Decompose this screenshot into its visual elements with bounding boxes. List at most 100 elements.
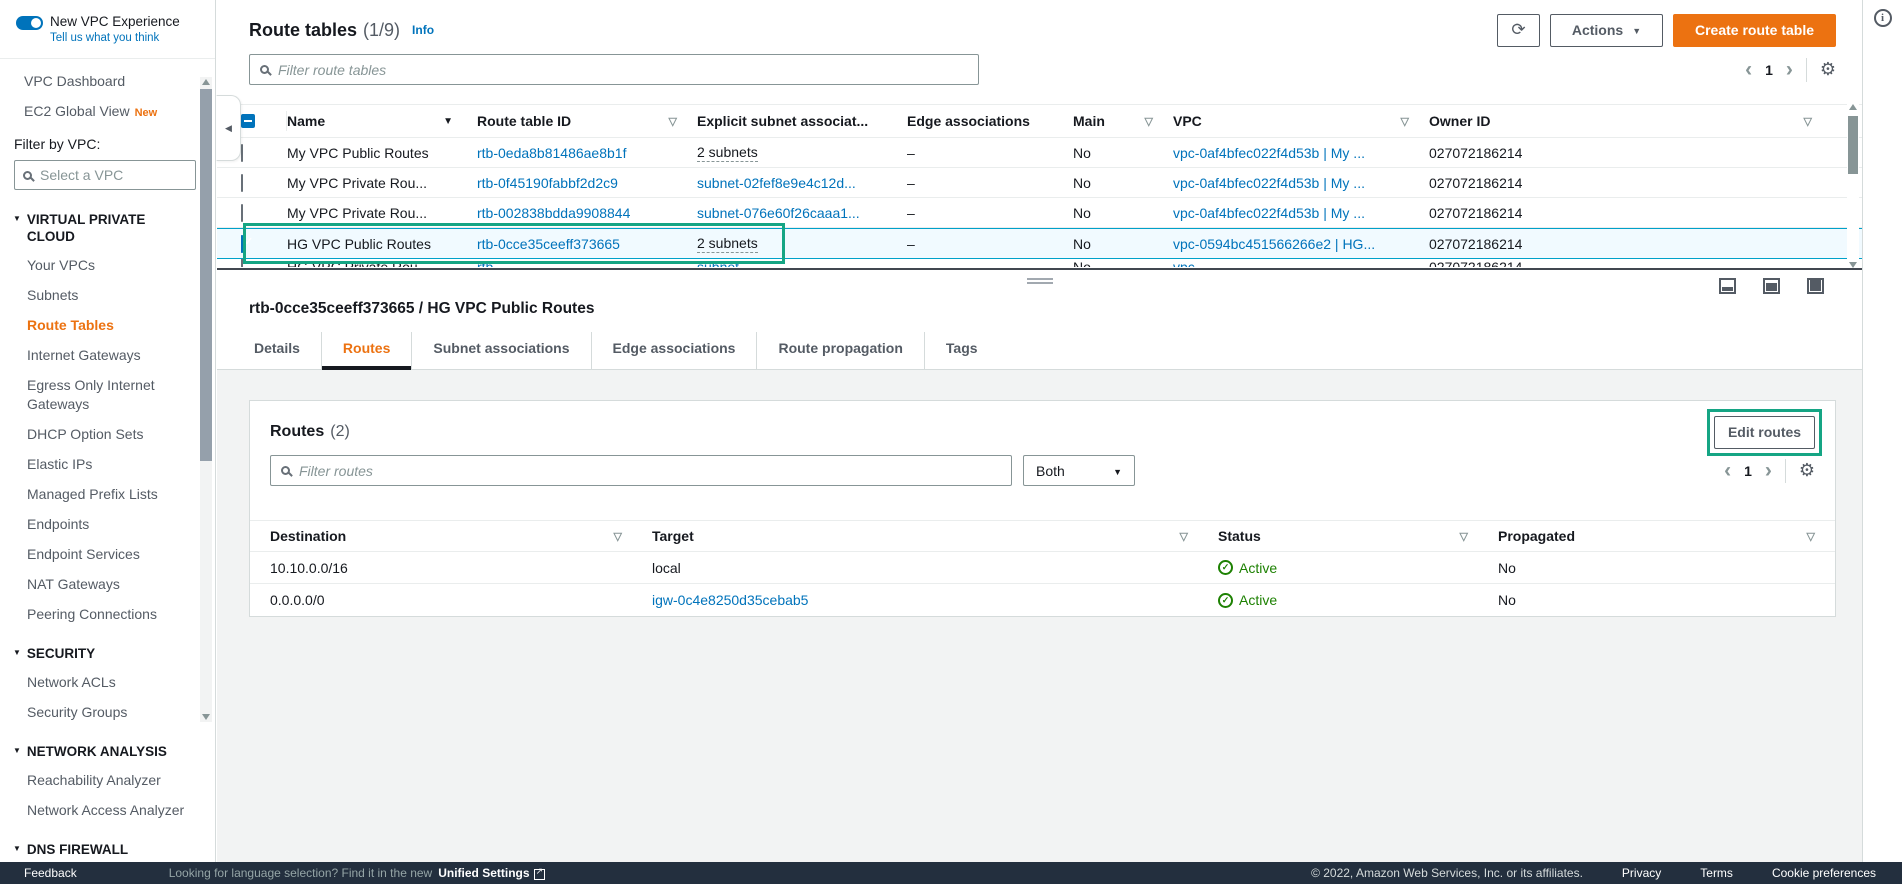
sidebar-item-your-vpcs[interactable]: Your VPCs (27, 256, 187, 275)
sidebar-item-managed-prefix-lists[interactable]: Managed Prefix Lists (27, 485, 187, 504)
sidebar-item-subnets[interactable]: Subnets (27, 286, 187, 305)
sidebar-item-endpoint-services[interactable]: Endpoint Services (27, 545, 187, 564)
section-network-analysis[interactable]: ▼ NETWORK ANALYSIS (13, 743, 215, 760)
subnet-count-popover[interactable]: 2 subnets (697, 235, 758, 253)
table-row-selected[interactable]: HG VPC Public Routes rtb-0cce35ceeff3736… (217, 228, 1862, 259)
info-icon[interactable]: i (1873, 9, 1892, 27)
sidebar-item-route-tables[interactable]: Route Tables (27, 316, 187, 335)
route-table-id-link[interactable]: rtb-0eda8b81486ae8b1f (477, 145, 626, 161)
edit-routes-button[interactable]: Edit routes (1714, 415, 1815, 449)
table-row[interactable]: My VPC Public Routes rtb-0eda8b81486ae8b… (217, 138, 1862, 168)
sidebar-item-internet-gateways[interactable]: Internet Gateways (27, 346, 187, 365)
subnet-link[interactable]: subnet- (697, 259, 744, 267)
next-page-button[interactable]: › (1786, 59, 1793, 80)
filter-icon[interactable]: ▽ (614, 530, 622, 543)
filter-icon[interactable]: ▽ (1401, 115, 1409, 128)
vpc-link[interactable]: vpc-0af4bfec022f4d53b | My ... (1173, 145, 1365, 161)
select-all-checkbox[interactable] (241, 114, 255, 128)
route-type-select[interactable]: Both ▼ (1023, 455, 1135, 486)
unified-settings-link[interactable]: Unified Settings (438, 866, 529, 880)
info-link[interactable]: Info (412, 23, 434, 37)
cookie-preferences-link[interactable]: Cookie preferences (1772, 866, 1876, 880)
previous-page-button[interactable]: ‹ (1745, 59, 1752, 80)
filter-icon[interactable]: ▽ (1804, 115, 1812, 128)
filter-route-tables-field[interactable] (278, 61, 968, 78)
actions-button[interactable]: Actions ▼ (1550, 13, 1663, 47)
route-table-id-link[interactable]: rtb-002838bdda9908844 (477, 205, 630, 221)
create-route-table-button[interactable]: Create route table (1673, 13, 1836, 47)
new-vpc-experience-toggle[interactable] (16, 16, 43, 30)
table-row[interactable]: My VPC Private Rou... rtb-0f45190fabbf2d… (217, 168, 1862, 198)
previous-page-button[interactable]: ‹ (1724, 460, 1731, 481)
filter-route-tables-input[interactable] (249, 54, 979, 85)
subnet-link[interactable]: subnet-02fef8e9e4c12d... (697, 175, 856, 191)
sidebar-item-network-access-analyzer[interactable]: Network Access Analyzer (27, 801, 187, 820)
row-checkbox-checked[interactable] (241, 234, 243, 253)
filter-icon[interactable]: ▽ (1180, 530, 1188, 543)
sidebar-item-security-groups[interactable]: Security Groups (27, 703, 187, 722)
row-checkbox[interactable] (241, 143, 243, 162)
table-settings-gear-icon[interactable]: ⚙ (1820, 59, 1836, 80)
row-checkbox[interactable] (241, 203, 243, 222)
page-number[interactable]: 1 (1765, 62, 1773, 78)
page-number[interactable]: 1 (1744, 463, 1752, 479)
route-table-id-link[interactable]: rtb-0f45190fabbf2d2c9 (477, 175, 618, 191)
row-checkbox[interactable] (241, 259, 243, 267)
filter-icon[interactable]: ▽ (1807, 530, 1815, 543)
table-settings-gear-icon[interactable]: ⚙ (1799, 460, 1815, 481)
table-row[interactable]: My VPC Private Rou... rtb-002838bdda9908… (217, 198, 1862, 228)
internet-gateway-link[interactable]: igw-0c4e8250d35cebab5 (652, 592, 808, 608)
tell-us-link[interactable]: Tell us what you think (50, 32, 180, 44)
tab-routes[interactable]: Routes (320, 332, 412, 370)
sidebar-item-dhcp-option-sets[interactable]: DHCP Option Sets (27, 425, 187, 444)
sidebar-item-egress-only-internet-gateways[interactable]: Egress Only Internet Gateways (27, 376, 187, 414)
section-virtual-private-cloud[interactable]: ▼ VIRTUAL PRIVATE CLOUD (13, 211, 215, 245)
panel-size-medium-icon[interactable] (1763, 278, 1780, 294)
tab-tags[interactable]: Tags (923, 332, 999, 369)
scroll-up-icon[interactable] (202, 79, 210, 85)
select-vpc-input[interactable] (14, 160, 196, 190)
scrollbar-thumb[interactable] (200, 89, 212, 461)
sidebar-item-peering-connections[interactable]: Peering Connections (27, 605, 187, 624)
sidebar-item-endpoints[interactable]: Endpoints (27, 515, 187, 534)
tab-edge-associations[interactable]: Edge associations (590, 332, 757, 369)
tab-details[interactable]: Details (233, 332, 321, 369)
tab-subnet-associations[interactable]: Subnet associations (411, 332, 590, 369)
sidebar-collapse-button[interactable]: ◀ (216, 95, 241, 161)
split-panel-drag-handle[interactable] (1026, 278, 1053, 284)
panel-size-large-icon[interactable] (1807, 278, 1824, 294)
subnet-count-popover[interactable]: 2 subnets (697, 144, 758, 162)
sidebar-item-reachability-analyzer[interactable]: Reachability Analyzer (27, 771, 187, 790)
panel-size-small-icon[interactable] (1719, 278, 1736, 294)
table-scrollbar[interactable] (1847, 104, 1859, 268)
row-checkbox[interactable] (241, 173, 243, 192)
next-page-button[interactable]: › (1765, 460, 1772, 481)
filter-routes-field[interactable] (299, 462, 1001, 479)
sidebar-item-ec2-global-view[interactable]: EC2 Global View New (24, 103, 215, 119)
vpc-link[interactable]: vpc-0af4bfec022f4d53b | My ... (1173, 175, 1365, 191)
section-dns-firewall[interactable]: ▼ DNS FIREWALL (13, 841, 215, 858)
tab-route-propagation[interactable]: Route propagation (756, 332, 923, 369)
section-security[interactable]: ▼ SECURITY (13, 645, 215, 662)
terms-link[interactable]: Terms (1700, 866, 1733, 880)
subnet-link[interactable]: subnet-076e60f26caaa1... (697, 205, 860, 221)
filter-routes-input[interactable] (270, 455, 1012, 486)
vpc-link[interactable]: vpc-0af4bfec022f4d53b | My ... (1173, 205, 1365, 221)
vpc-link[interactable]: vpc- (1173, 259, 1199, 267)
vpc-link[interactable]: vpc-0594bc451566266e2 | HG... (1173, 236, 1375, 252)
sidebar-item-elastic-ips[interactable]: Elastic IPs (27, 455, 187, 474)
select-vpc-field[interactable] (40, 167, 170, 183)
privacy-link[interactable]: Privacy (1622, 866, 1661, 880)
sidebar-scrollbar[interactable] (200, 77, 212, 722)
feedback-link[interactable]: Feedback (24, 866, 77, 880)
scroll-down-icon[interactable] (1849, 262, 1857, 268)
filter-icon[interactable]: ▽ (1145, 115, 1153, 128)
filter-icon[interactable]: ▽ (669, 115, 677, 128)
route-table-id-link[interactable]: rtb-0cce35ceeff373665 (477, 236, 620, 252)
table-row-clipped[interactable]: HG VPC Private Rou... rtb- subnet- – No … (217, 259, 1862, 267)
sidebar-item-vpc-dashboard[interactable]: VPC Dashboard (24, 73, 215, 89)
refresh-button[interactable]: ⟳ (1497, 13, 1540, 47)
scroll-up-icon[interactable] (1849, 104, 1857, 110)
scroll-down-icon[interactable] (202, 714, 210, 720)
sort-descending-icon[interactable]: ▼ (443, 116, 453, 127)
